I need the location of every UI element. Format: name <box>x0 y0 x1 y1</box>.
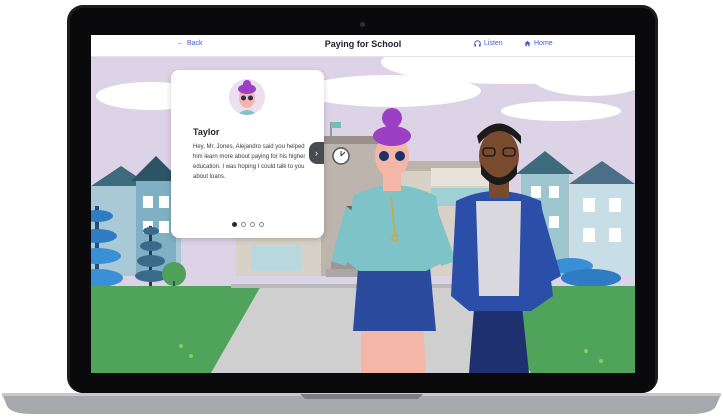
listen-label: Listen <box>484 40 503 47</box>
speaker-name: Taylor <box>193 127 220 137</box>
dialog-card: Taylor Hey, Mr. Jones, Alejandro said yo… <box>171 70 324 238</box>
home-icon <box>524 40 531 47</box>
page-dot-4[interactable] <box>258 222 264 227</box>
app-screen: ← Back Paying for School Listen Home Tay… <box>91 35 635 373</box>
listen-button[interactable]: Listen <box>474 40 503 47</box>
page-dot-1[interactable] <box>231 222 237 227</box>
avatar <box>229 79 265 115</box>
home-button[interactable]: Home <box>524 40 553 47</box>
page-dot-3[interactable] <box>249 222 255 227</box>
home-label: Home <box>534 40 553 47</box>
chevron-right-icon: › <box>315 148 318 158</box>
next-button[interactable]: › <box>309 142 324 164</box>
headphones-icon <box>474 40 481 47</box>
taylor-avatar-image <box>229 79 265 115</box>
page-dot-2[interactable] <box>240 222 246 227</box>
laptop-base <box>2 393 721 414</box>
page-title: Paying for School <box>324 39 402 49</box>
laptop-camera <box>360 22 365 27</box>
pagination-dots <box>171 222 324 227</box>
dialog-message: Hey, Mr. Jones, Alejandro said you helpe… <box>193 144 306 180</box>
top-bar: ← Back Paying for School Listen Home <box>91 35 635 57</box>
